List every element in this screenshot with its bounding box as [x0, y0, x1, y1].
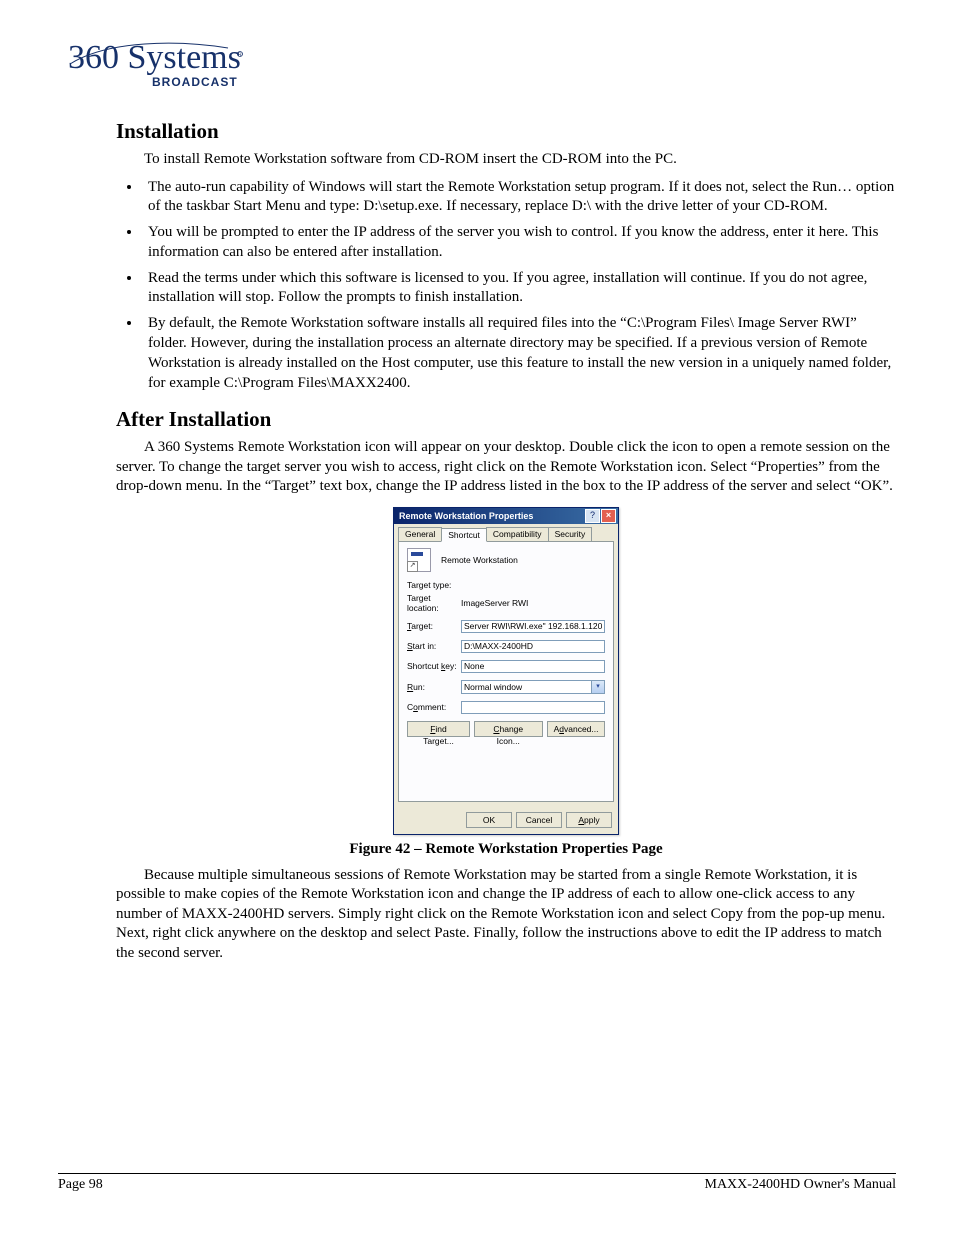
- target-row: Target:: [407, 620, 605, 633]
- svg-text:360 Systems: 360 Systems: [68, 39, 241, 76]
- dialog-title: Remote Workstation Properties: [399, 511, 533, 521]
- tab-shortcut[interactable]: Shortcut: [441, 528, 487, 542]
- mid-button-row: Find Target... Change Icon... Advanced..…: [407, 721, 605, 737]
- tab-compatibility[interactable]: Compatibility: [486, 527, 549, 541]
- content-area: Installation To install Remote Workstati…: [116, 119, 896, 963]
- cancel-button[interactable]: Cancel: [516, 812, 562, 828]
- startin-row: Start in:: [407, 640, 605, 653]
- shortcut-key-input[interactable]: [461, 660, 605, 673]
- footer-page-number: Page 98: [58, 1177, 103, 1193]
- close-icon[interactable]: ×: [601, 509, 616, 523]
- installation-intro: To install Remote Workstation software f…: [116, 150, 896, 170]
- after-installation-para-2: Because multiple simultaneous sessions o…: [116, 866, 896, 964]
- change-icon-button[interactable]: Change Icon...: [474, 721, 543, 737]
- installation-bullets: The auto-run capability of Windows will …: [116, 178, 896, 394]
- advanced-button[interactable]: Advanced...: [547, 721, 605, 737]
- figure-caption: Figure 42 – Remote Workstation Propertie…: [116, 841, 896, 858]
- ok-button[interactable]: OK: [466, 812, 512, 828]
- run-row: Run: Normal window ▾: [407, 680, 605, 694]
- tab-row: General Shortcut Compatibility Security: [394, 524, 618, 541]
- shortcut-app-icon: [407, 548, 431, 572]
- page-footer: Page 98 MAXX-2400HD Owner's Manual: [58, 1173, 896, 1193]
- titlebar-buttons: ? ×: [585, 509, 616, 523]
- shortcut-key-row: Shortcut key:: [407, 660, 605, 673]
- bullet-item: The auto-run capability of Windows will …: [142, 178, 896, 218]
- after-installation-para-1: A 360 Systems Remote Workstation icon wi…: [116, 438, 896, 497]
- run-label: Run:: [407, 682, 461, 692]
- properties-dialog: Remote Workstation Properties ? × Genera…: [393, 507, 619, 835]
- comment-row: Comment:: [407, 701, 605, 714]
- comment-input[interactable]: [461, 701, 605, 714]
- target-location-row: Target location: ImageServer RWI: [407, 593, 605, 613]
- startin-input[interactable]: [461, 640, 605, 653]
- run-select[interactable]: Normal window ▾: [461, 680, 605, 694]
- section-heading-after-installation: After Installation: [116, 407, 896, 432]
- company-logo: 360 Systems R BROADCAST: [68, 38, 896, 101]
- apply-button[interactable]: Apply: [566, 812, 612, 828]
- comment-label: Comment:: [407, 702, 461, 712]
- help-icon[interactable]: ?: [585, 509, 600, 523]
- find-target-button[interactable]: Find Target...: [407, 721, 470, 737]
- tab-general[interactable]: General: [398, 527, 442, 541]
- run-select-value: Normal window: [462, 681, 591, 693]
- target-type-row: Target type:: [407, 580, 605, 590]
- bullet-item: Read the terms under which this software…: [142, 269, 896, 309]
- section-heading-installation: Installation: [116, 119, 896, 144]
- target-location-value: ImageServer RWI: [461, 598, 528, 608]
- tab-security[interactable]: Security: [548, 527, 593, 541]
- target-type-label: Target type:: [407, 580, 461, 590]
- bullet-item: You will be prompted to enter the IP add…: [142, 223, 896, 263]
- shortcut-name-label: Remote Workstation: [441, 555, 518, 565]
- target-label: Target:: [407, 621, 461, 631]
- svg-text:BROADCAST: BROADCAST: [152, 75, 238, 89]
- icon-row: Remote Workstation: [407, 548, 605, 572]
- bottom-button-row: OK Cancel Apply: [394, 806, 618, 834]
- chevron-down-icon: ▾: [591, 681, 604, 693]
- target-location-label: Target location:: [407, 593, 461, 613]
- target-input[interactable]: [461, 620, 605, 633]
- bullet-item: By default, the Remote Workstation softw…: [142, 314, 896, 393]
- shortcut-key-label: Shortcut key:: [407, 661, 461, 671]
- footer-manual-title: MAXX-2400HD Owner's Manual: [705, 1177, 897, 1193]
- page: 360 Systems R BROADCAST Installation To …: [0, 0, 954, 1235]
- startin-label: Start in:: [407, 641, 461, 651]
- svg-text:R: R: [238, 53, 242, 59]
- dialog-titlebar: Remote Workstation Properties ? ×: [394, 508, 618, 524]
- shortcut-tab-panel: Remote Workstation Target type: Target l…: [398, 541, 614, 802]
- figure-dialog-wrap: Remote Workstation Properties ? × Genera…: [116, 507, 896, 835]
